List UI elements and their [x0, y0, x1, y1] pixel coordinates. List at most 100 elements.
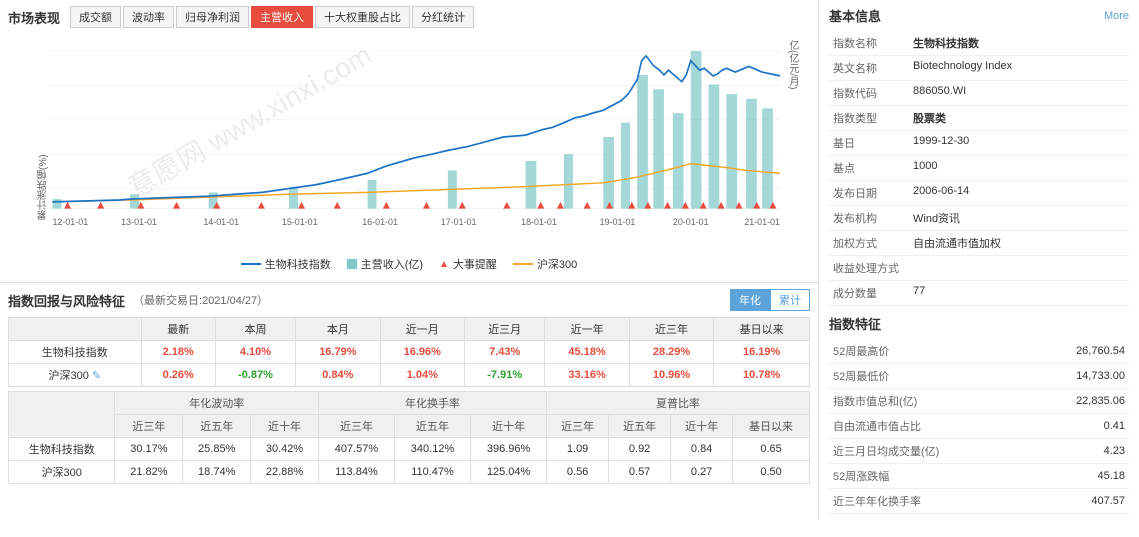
return-title: 指数回报与风险特征	[8, 291, 125, 310]
risk-biotech-vol-10y: 30.42%	[251, 438, 319, 461]
table-row: 沪深300 ✎ 0.26% -0.87% 0.84% 1.04% -7.91% …	[9, 364, 810, 387]
char-row: 自由流通市值占比 0.41	[829, 414, 1129, 439]
cell-hs300-week: -0.87%	[215, 364, 295, 387]
svg-text:15-01-01: 15-01-01	[282, 217, 318, 227]
info-table: 指数名称 生物科技指数 英文名称 Biotechnology Index 指数代…	[829, 31, 1129, 306]
chart-area: 意愿网 www.xinxi.com 累计涨跌幅(%) 亿(亿元/月) 666	[8, 32, 810, 252]
info-row: 基点 1000	[829, 156, 1129, 181]
risk-sub-3y2: 近三年	[318, 415, 394, 438]
svg-text:16-01-01: 16-01-01	[362, 217, 398, 227]
info-row: 指数代码 886050.WI	[829, 81, 1129, 106]
risk-col-name	[9, 392, 115, 438]
risk-hs300-turn-5y: 110.47%	[394, 461, 470, 484]
risk-biotech-turn-5y: 340.12%	[394, 438, 470, 461]
risk-sub-5y2: 近五年	[394, 415, 470, 438]
index-char-title: 指数特征	[829, 314, 1129, 333]
col-since: 基日以来	[714, 318, 810, 341]
cell-hs300-1y: 33.16%	[545, 364, 629, 387]
info-row: 指数类型 股票类	[829, 106, 1129, 131]
info-row: 收益处理方式	[829, 256, 1129, 281]
col-latest: 最新	[141, 318, 215, 341]
tab-guimu[interactable]: 归母净利润	[176, 6, 249, 28]
info-row: 成分数量 77	[829, 281, 1129, 306]
cell-hs300-month: 0.84%	[296, 364, 380, 387]
return-date: （最新交易日:2021/04/27）	[133, 292, 268, 308]
svg-text:19-01-01: 19-01-01	[600, 217, 636, 227]
risk-row-biotech-label: 生物科技指数	[9, 438, 115, 461]
tab-bar: 成交额 波动率 归母净利润 主营收入 十大权重股占比 分红统计	[70, 6, 474, 28]
cell-hs300-3y: 10.96%	[629, 364, 713, 387]
toggle-group: 年化 累计	[730, 289, 810, 311]
char-row: 近三月日均成交量(亿) 4.23	[829, 439, 1129, 464]
risk-sub-3y1: 近三年	[115, 415, 183, 438]
market-title: 市场表现	[8, 8, 60, 27]
risk-sub-10y2: 近十年	[471, 415, 547, 438]
index-char-section: 指数特征 52周最高价 26,760.54 52周最低价 14,733.00 指…	[829, 314, 1129, 514]
tab-chengjiaoe[interactable]: 成交额	[70, 6, 121, 28]
toggle-cumulative[interactable]: 累计	[770, 289, 810, 311]
chart-svg: 666 491 316 141 -34 1600 1200 800 400 0	[48, 32, 780, 242]
risk-sharpe-header: 夏普比率	[547, 392, 810, 415]
info-row: 指数名称 生物科技指数	[829, 31, 1129, 56]
char-row: 近三年年化换手率 407.57	[829, 489, 1129, 514]
legend-biotech: 生物科技指数	[241, 256, 331, 272]
col-month: 本月	[296, 318, 380, 341]
risk-hs300-sharpe-since: 0.50	[733, 461, 810, 484]
tab-top10[interactable]: 十大权重股占比	[315, 6, 410, 28]
tab-bodonglu[interactable]: 波动率	[123, 6, 174, 28]
risk-sub-10y3: 近十年	[671, 415, 733, 438]
y-axis-right-label: 亿(亿元/月)	[785, 40, 800, 220]
char-row: 指数市值总和(亿) 22,835.06	[829, 389, 1129, 414]
cell-hs300-since: 10.78%	[714, 364, 810, 387]
risk-sub-3y3: 近三年	[547, 415, 609, 438]
table-row: 生物科技指数 30.17% 25.85% 30.42% 407.57% 340.…	[9, 438, 810, 461]
risk-hs300-turn-10y: 125.04%	[471, 461, 547, 484]
basic-info-title: 基本信息	[829, 6, 881, 25]
edit-icon[interactable]: ✎	[92, 370, 101, 382]
tab-zhuyingtouzi[interactable]: 主营收入	[251, 6, 313, 28]
cell-hs300-3m: -7.91%	[465, 364, 545, 387]
svg-text:20-01-01: 20-01-01	[673, 217, 709, 227]
cell-biotech-1y: 45.18%	[545, 341, 629, 364]
cell-biotech-since: 16.19%	[714, 341, 810, 364]
risk-turnover-header: 年化换手率	[318, 392, 546, 415]
svg-text:21-01-01: 21-01-01	[744, 217, 780, 227]
legend-hs300: 沪深300	[513, 256, 577, 272]
legend-alert: ▲ 大事提醒	[439, 256, 497, 272]
row-hs300-label: 沪深300 ✎	[9, 364, 142, 387]
info-row: 英文名称 Biotechnology Index	[829, 56, 1129, 81]
cell-biotech-latest: 2.18%	[141, 341, 215, 364]
table-row: 沪深300 21.82% 18.74% 22.88% 113.84% 110.4…	[9, 461, 810, 484]
cell-biotech-week: 4.10%	[215, 341, 295, 364]
cell-biotech-3m: 7.43%	[465, 341, 545, 364]
risk-hs300-vol-10y: 22.88%	[251, 461, 319, 484]
risk-hs300-sharpe-10y: 0.27	[671, 461, 733, 484]
risk-biotech-sharpe-since: 0.65	[733, 438, 810, 461]
risk-biotech-sharpe-3y: 1.09	[547, 438, 609, 461]
tab-fenhong[interactable]: 分红统计	[412, 6, 474, 28]
risk-row-hs300-label: 沪深300	[9, 461, 115, 484]
risk-hs300-vol-5y: 18.74%	[183, 461, 251, 484]
info-row: 发布机构 Wind资讯	[829, 206, 1129, 231]
risk-sub-5y3: 近五年	[609, 415, 671, 438]
risk-sub-10y1: 近十年	[251, 415, 319, 438]
col-3y: 近三年	[629, 318, 713, 341]
risk-biotech-sharpe-5y: 0.92	[609, 438, 671, 461]
cell-hs300-1m: 1.04%	[380, 364, 464, 387]
char-table: 52周最高价 26,760.54 52周最低价 14,733.00 指数市值总和…	[829, 339, 1129, 514]
row-biotech-label: 生物科技指数	[9, 341, 142, 364]
risk-hs300-turn-3y: 113.84%	[318, 461, 394, 484]
toggle-annualized[interactable]: 年化	[730, 289, 770, 311]
risk-hs300-sharpe-3y: 0.56	[547, 461, 609, 484]
risk-biotech-turn-3y: 407.57%	[318, 438, 394, 461]
cell-biotech-3y: 28.29%	[629, 341, 713, 364]
table-row: 生物科技指数 2.18% 4.10% 16.79% 16.96% 7.43% 4…	[9, 341, 810, 364]
more-link[interactable]: More	[1104, 10, 1129, 22]
cell-biotech-1m: 16.96%	[380, 341, 464, 364]
risk-biotech-vol-5y: 25.85%	[183, 438, 251, 461]
risk-hs300-vol-3y: 21.82%	[115, 461, 183, 484]
svg-text:17-01-01: 17-01-01	[441, 217, 477, 227]
info-row: 发布日期 2006-06-14	[829, 181, 1129, 206]
svg-text:14-01-01: 14-01-01	[203, 217, 239, 227]
cell-biotech-month: 16.79%	[296, 341, 380, 364]
